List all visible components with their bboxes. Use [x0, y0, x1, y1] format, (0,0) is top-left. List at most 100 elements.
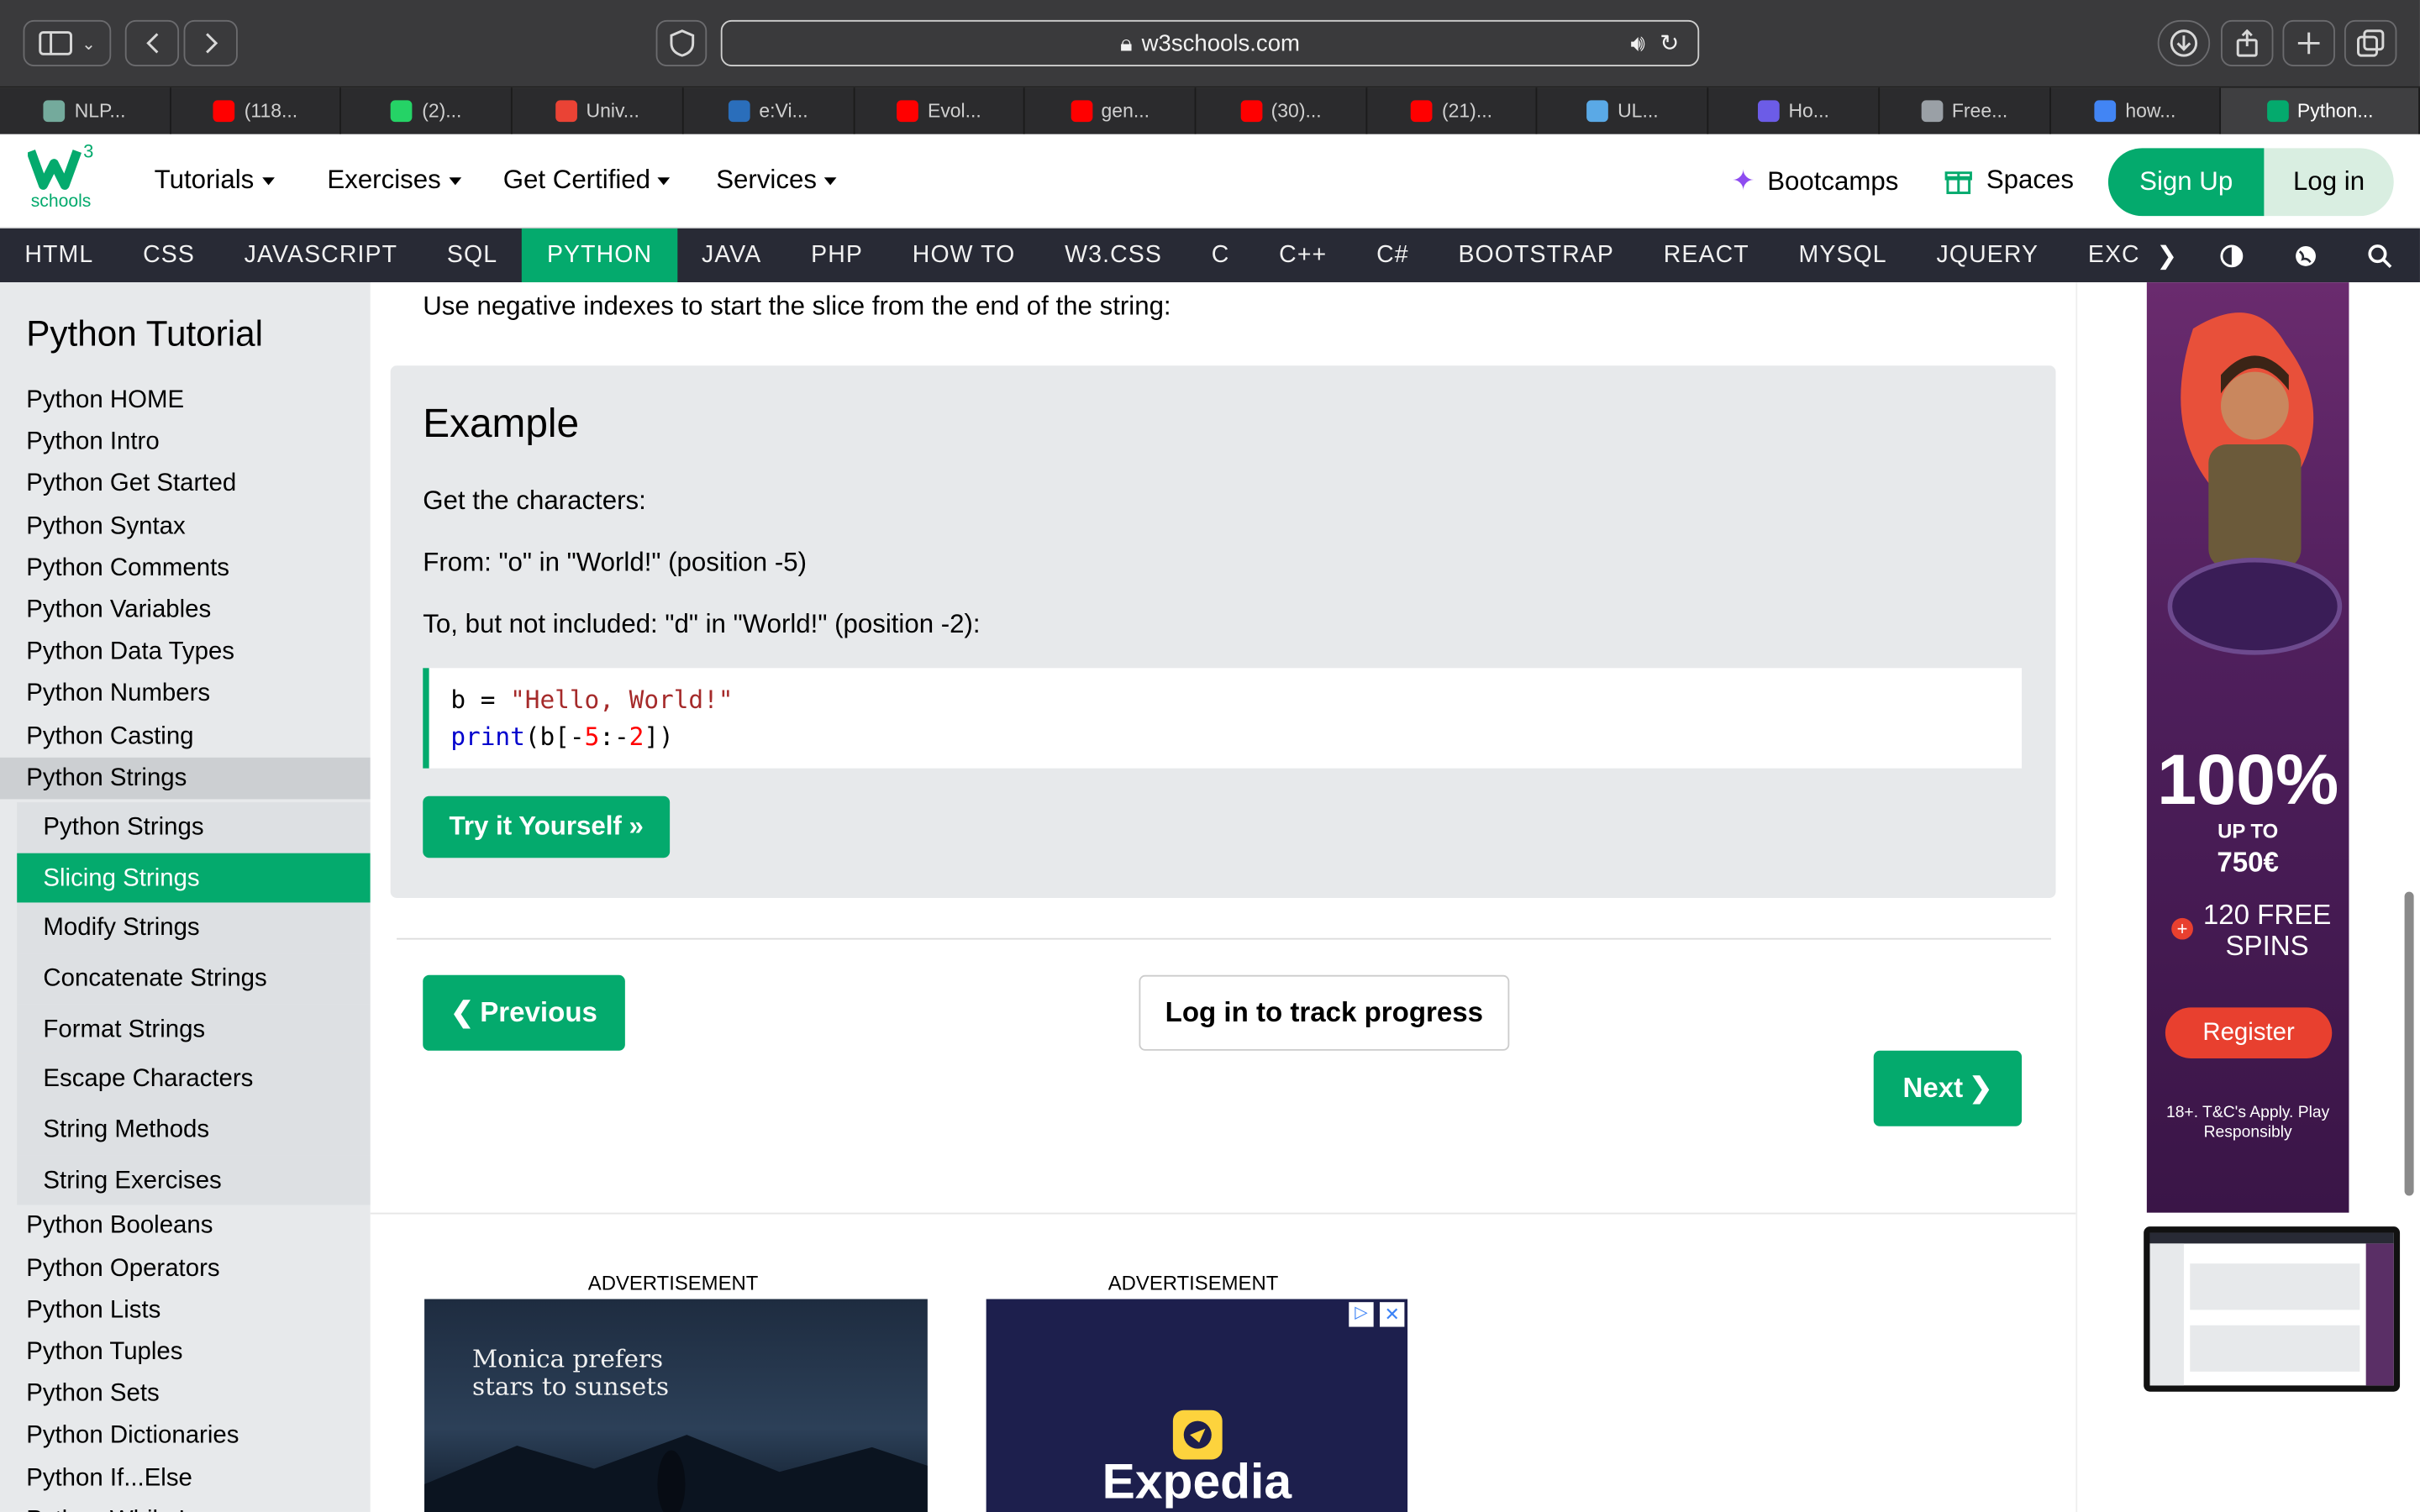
privacy-shield-button[interactable]	[655, 19, 708, 66]
page-scrollbar[interactable]	[2404, 891, 2414, 1196]
register-button[interactable]: Register	[2165, 1007, 2333, 1058]
nav-how-to[interactable]: HOW TO	[887, 228, 1039, 282]
sidebar-item[interactable]: Python Booleans	[0, 1205, 371, 1247]
w3schools-logo[interactable]: 3 schools	[26, 140, 102, 219]
sidebar-toggle-button[interactable]: ⌄	[23, 19, 112, 66]
nav-exercises[interactable]: Exercises	[327, 165, 461, 197]
nav-c-[interactable]: C#	[1352, 228, 1434, 282]
sidebar-item-python-strings[interactable]: Python Strings	[0, 757, 371, 800]
nav-php[interactable]: PHP	[786, 228, 888, 282]
nav-services[interactable]: Services	[716, 165, 837, 197]
window-preview-thumbnail[interactable]	[2144, 1226, 2401, 1392]
nav-java[interactable]: JAVA	[677, 228, 786, 282]
sidebar-subitem[interactable]: String Methods	[17, 1105, 371, 1156]
forward-button[interactable]	[183, 19, 238, 66]
globe-icon[interactable]	[2281, 228, 2331, 282]
nav-c-[interactable]: C++	[1255, 228, 1352, 282]
close-icon[interactable]: ✕	[1380, 1302, 1405, 1327]
try-it-yourself-button[interactable]: Try it Yourself »	[423, 795, 671, 858]
next-button[interactable]: Next ❯	[1873, 1050, 2023, 1126]
browser-tab[interactable]: (21)...	[1367, 87, 1539, 134]
advertisement-banner-2[interactable]: ▷ ✕ Expedia	[986, 1299, 1408, 1512]
code-line-1: b = "Hello, World!"	[450, 682, 2022, 719]
search-icon[interactable]	[2355, 228, 2405, 282]
browser-tab[interactable]: Ho...	[1709, 87, 1880, 134]
contrast-icon[interactable]	[2207, 228, 2256, 282]
nav-c[interactable]: C	[1186, 228, 1254, 282]
terms-text: 18+. T&C's Apply. Play Responsibly	[2165, 1103, 2330, 1142]
nav-html[interactable]: HTML	[0, 228, 118, 282]
browser-tab[interactable]: e:Vi...	[683, 87, 855, 134]
nav-mysql[interactable]: MYSQL	[1774, 228, 1912, 282]
browser-tab[interactable]: UL...	[1538, 87, 1709, 134]
sidebar-item[interactable]: Python HOME	[0, 380, 371, 422]
sidebar-item[interactable]: Python Variables	[0, 590, 371, 632]
nav-w3-css[interactable]: W3.CSS	[1040, 228, 1187, 282]
browser-tab[interactable]: Univ...	[513, 87, 684, 134]
browser-tab[interactable]: gen...	[1025, 87, 1197, 134]
sidebar-item[interactable]: Python Intro	[0, 422, 371, 464]
nav-javascript[interactable]: JAVASCRIPT	[219, 228, 422, 282]
nav-jquery[interactable]: JQUERY	[1912, 228, 2063, 282]
sidebar-item[interactable]: Python Syntax	[0, 506, 371, 548]
sidebar-item[interactable]: Python If...Else	[0, 1457, 371, 1499]
sidebar-item[interactable]: Python Comments	[0, 548, 371, 590]
tab-label: UL...	[1618, 100, 1659, 123]
sidebar-item[interactable]: Python Dictionaries	[0, 1415, 371, 1457]
downloads-button[interactable]	[2157, 19, 2211, 66]
new-tab-button[interactable]	[2282, 19, 2335, 66]
track-progress-button[interactable]: Log in to track progress	[1139, 974, 1510, 1051]
sidebar-subitem[interactable]: Modify Strings	[17, 902, 371, 953]
reload-icon[interactable]: ↻	[1660, 29, 1679, 57]
sidebar-item[interactable]: Python Operators	[0, 1247, 371, 1289]
sidebar-subitem[interactable]: Format Strings	[17, 1004, 371, 1055]
sidebar-subitem[interactable]: String Exercises	[17, 1155, 371, 1206]
sign-up-button[interactable]: Sign Up	[2107, 148, 2265, 217]
previous-button[interactable]: ❮ Previous	[423, 974, 625, 1051]
browser-tab[interactable]: how...	[2050, 87, 2222, 134]
speaker-icon[interactable]: 🔊︎	[1631, 30, 1645, 56]
adchoices-icon[interactable]: ▷	[1349, 1302, 1374, 1327]
sidebar-item[interactable]: Python Lists	[0, 1289, 371, 1331]
bootcamps-link[interactable]: ✦ Bootcamps	[1732, 165, 1899, 198]
nav-react[interactable]: REACT	[1639, 228, 1774, 282]
search-icon-svg	[2368, 244, 2392, 268]
nav-python[interactable]: PYTHON	[522, 228, 677, 283]
nav-tutorials[interactable]: Tutorials	[155, 165, 275, 197]
nav-excel[interactable]: EXCEL	[2063, 228, 2139, 282]
browser-tab[interactable]: (30)...	[1196, 87, 1367, 134]
casino-skyscraper-ad[interactable]: 100% UP TO 750€ + 120 FREE SPINS Registe…	[2146, 282, 2349, 1213]
browser-tab[interactable]: Free...	[1880, 87, 2051, 134]
nav-css[interactable]: CSS	[118, 228, 220, 282]
browser-tab[interactable]: NLP...	[0, 87, 171, 134]
nav-scroll-right-icon[interactable]: ❯	[2139, 228, 2195, 282]
sidebar-item[interactable]: Python Get Started	[0, 464, 371, 506]
browser-tab[interactable]: Python...	[2221, 87, 2420, 134]
tab-label: (2)...	[422, 100, 462, 123]
sidebar-item[interactable]: Python Sets	[0, 1373, 371, 1415]
sidebar-item[interactable]: Python Casting	[0, 715, 371, 757]
nav-sql[interactable]: SQL	[422, 228, 522, 282]
browser-tab[interactable]: (118...	[171, 87, 342, 134]
sidebar-subitem[interactable]: Python Strings	[17, 801, 371, 853]
sidebar-item[interactable]: Python Numbers	[0, 673, 371, 715]
share-button[interactable]	[2221, 19, 2274, 66]
nav-bootstrap[interactable]: BOOTSTRAP	[1434, 228, 1639, 282]
browser-tab[interactable]: Evol...	[855, 87, 1026, 134]
sidebar-subitem[interactable]: Concatenate Strings	[17, 953, 371, 1005]
sidebar-item[interactable]: Python While Loops	[0, 1499, 371, 1512]
spaces-link[interactable]: Spaces	[1944, 165, 2074, 197]
sidebar-subitem[interactable]: Slicing Strings	[17, 852, 371, 903]
code-line-2: print(b[-5:-2])	[450, 719, 2022, 756]
browser-tab[interactable]: (2)...	[342, 87, 513, 134]
address-bar[interactable]: 🔒︎ w3schools.com 🔊︎ ↻	[720, 19, 1700, 66]
tab-overview-button[interactable]	[2344, 19, 2397, 66]
sidebar-item[interactable]: Python Data Types	[0, 631, 371, 673]
nav-get-certified[interactable]: Get Certified	[503, 165, 671, 197]
tab-label: NLP...	[74, 100, 126, 123]
sidebar-subitem[interactable]: Escape Characters	[17, 1054, 371, 1105]
back-button[interactable]	[124, 19, 180, 66]
sidebar-item[interactable]: Python Tuples	[0, 1331, 371, 1373]
advertisement-banner-1[interactable]: Monica prefers stars to sunsets	[424, 1299, 928, 1512]
log-in-button[interactable]: Log in	[2264, 148, 2394, 217]
